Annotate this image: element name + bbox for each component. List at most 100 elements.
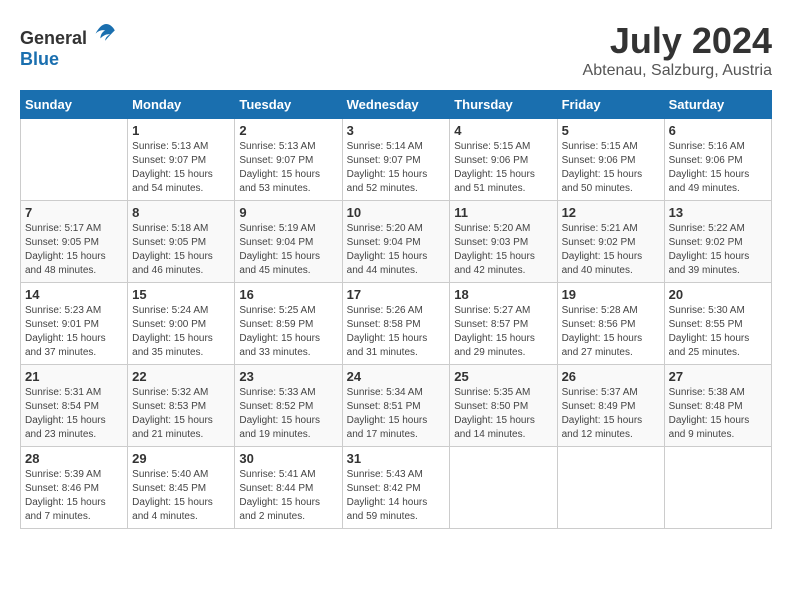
day-info: Sunrise: 5:23 AM Sunset: 9:01 PM Dayligh… — [25, 304, 123, 360]
calendar-header-row: SundayMondayTuesdayWednesdayThursdayFrid… — [21, 91, 772, 119]
day-number: 27 — [669, 369, 767, 384]
col-header-wednesday: Wednesday — [342, 91, 450, 119]
calendar-cell: 5 Sunrise: 5:15 AM Sunset: 9:06 PM Daylig… — [557, 119, 664, 201]
day-info: Sunrise: 5:26 AM Sunset: 8:58 PM Dayligh… — [347, 304, 446, 360]
day-number: 8 — [132, 205, 230, 220]
calendar-cell: 8 Sunrise: 5:18 AM Sunset: 9:05 PM Daylig… — [128, 201, 235, 283]
day-info: Sunrise: 5:15 AM Sunset: 9:06 PM Dayligh… — [454, 140, 552, 196]
day-number: 31 — [347, 451, 446, 466]
day-number: 17 — [347, 287, 446, 302]
calendar-cell: 16 Sunrise: 5:25 AM Sunset: 8:59 PM Dayli… — [235, 283, 342, 365]
title-block: July 2024 Abtenau, Salzburg, Austria — [583, 20, 772, 80]
day-info: Sunrise: 5:30 AM Sunset: 8:55 PM Dayligh… — [669, 304, 767, 360]
calendar-cell: 26Sunrise: 5:37 AM Sunset: 8:49 PM Dayli… — [557, 365, 664, 447]
day-number: 28 — [25, 451, 123, 466]
week-row-3: 14 Sunrise: 5:23 AM Sunset: 9:01 PM Dayli… — [21, 283, 772, 365]
day-info: Sunrise: 5:13 AM Sunset: 9:07 PM Dayligh… — [132, 140, 230, 196]
day-number: 25 — [454, 369, 552, 384]
day-info: Sunrise: 5:14 AM Sunset: 9:07 PM Dayligh… — [347, 140, 446, 196]
calendar-table: SundayMondayTuesdayWednesdayThursdayFrid… — [20, 90, 772, 529]
day-number: 6 — [669, 123, 767, 138]
day-number: 19 — [562, 287, 660, 302]
calendar-cell: 20 Sunrise: 5:30 AM Sunset: 8:55 PM Dayli… — [664, 283, 771, 365]
day-number: 10 — [347, 205, 446, 220]
day-info: Sunrise: 5:27 AM Sunset: 8:57 PM Dayligh… — [454, 304, 552, 360]
day-number: 18 — [454, 287, 552, 302]
calendar-cell — [557, 447, 664, 529]
day-number: 20 — [669, 287, 767, 302]
week-row-1: 1 Sunrise: 5:13 AM Sunset: 9:07 PM Daylig… — [21, 119, 772, 201]
day-number: 21 — [25, 369, 123, 384]
logo-general: General — [20, 28, 87, 48]
day-number: 1 — [132, 123, 230, 138]
day-number: 24 — [347, 369, 446, 384]
day-number: 16 — [239, 287, 337, 302]
col-header-sunday: Sunday — [21, 91, 128, 119]
day-info: Sunrise: 5:33 AM Sunset: 8:52 PM Dayligh… — [239, 386, 337, 442]
calendar-cell: 4Sunrise: 5:15 AM Sunset: 9:06 PM Daylig… — [450, 119, 557, 201]
day-info: Sunrise: 5:22 AM Sunset: 9:02 PM Dayligh… — [669, 222, 767, 278]
logo-blue: Blue — [20, 49, 59, 69]
col-header-thursday: Thursday — [450, 91, 557, 119]
day-number: 26 — [562, 369, 660, 384]
page-header: General Blue July 2024 Abtenau, Salzburg… — [20, 20, 772, 80]
calendar-cell: 19Sunrise: 5:28 AM Sunset: 8:56 PM Dayli… — [557, 283, 664, 365]
day-info: Sunrise: 5:21 AM Sunset: 9:02 PM Dayligh… — [562, 222, 660, 278]
calendar-cell — [450, 447, 557, 529]
col-header-tuesday: Tuesday — [235, 91, 342, 119]
day-info: Sunrise: 5:43 AM Sunset: 8:42 PM Dayligh… — [347, 468, 446, 524]
calendar-cell: 2 Sunrise: 5:13 AM Sunset: 9:07 PM Daylig… — [235, 119, 342, 201]
day-number: 13 — [669, 205, 767, 220]
day-number: 14 — [25, 287, 123, 302]
col-header-monday: Monday — [128, 91, 235, 119]
calendar-cell: 18 Sunrise: 5:27 AM Sunset: 8:57 PM Dayli… — [450, 283, 557, 365]
day-info: Sunrise: 5:13 AM Sunset: 9:07 PM Dayligh… — [239, 140, 337, 196]
day-number: 30 — [239, 451, 337, 466]
day-info: Sunrise: 5:34 AM Sunset: 8:51 PM Dayligh… — [347, 386, 446, 442]
day-number: 11 — [454, 205, 552, 220]
day-info: Sunrise: 5:38 AM Sunset: 8:48 PM Dayligh… — [669, 386, 767, 442]
calendar-cell: 3Sunrise: 5:14 AM Sunset: 9:07 PM Daylig… — [342, 119, 450, 201]
day-number: 23 — [239, 369, 337, 384]
day-number: 22 — [132, 369, 230, 384]
calendar-cell: 10 Sunrise: 5:20 AM Sunset: 9:04 PM Dayli… — [342, 201, 450, 283]
day-info: Sunrise: 5:40 AM Sunset: 8:45 PM Dayligh… — [132, 468, 230, 524]
day-number: 7 — [25, 205, 123, 220]
day-info: Sunrise: 5:18 AM Sunset: 9:05 PM Dayligh… — [132, 222, 230, 278]
calendar-cell: 17 Sunrise: 5:26 AM Sunset: 8:58 PM Dayli… — [342, 283, 450, 365]
day-info: Sunrise: 5:20 AM Sunset: 9:03 PM Dayligh… — [454, 222, 552, 278]
calendar-cell: 27 Sunrise: 5:38 AM Sunset: 8:48 PM Dayli… — [664, 365, 771, 447]
calendar-cell: 22 Sunrise: 5:32 AM Sunset: 8:53 PM Dayli… — [128, 365, 235, 447]
col-header-saturday: Saturday — [664, 91, 771, 119]
day-info: Sunrise: 5:19 AM Sunset: 9:04 PM Dayligh… — [239, 222, 337, 278]
day-info: Sunrise: 5:25 AM Sunset: 8:59 PM Dayligh… — [239, 304, 337, 360]
week-row-2: 7 Sunrise: 5:17 AM Sunset: 9:05 PM Daylig… — [21, 201, 772, 283]
day-number: 15 — [132, 287, 230, 302]
day-info: Sunrise: 5:35 AM Sunset: 8:50 PM Dayligh… — [454, 386, 552, 442]
calendar-cell: 29 Sunrise: 5:40 AM Sunset: 8:45 PM Dayli… — [128, 447, 235, 529]
day-info: Sunrise: 5:17 AM Sunset: 9:05 PM Dayligh… — [25, 222, 123, 278]
logo-bird-icon — [94, 20, 118, 44]
calendar-cell: 12 Sunrise: 5:21 AM Sunset: 9:02 PM Dayli… — [557, 201, 664, 283]
day-info: Sunrise: 5:32 AM Sunset: 8:53 PM Dayligh… — [132, 386, 230, 442]
calendar-cell: 30 Sunrise: 5:41 AM Sunset: 8:44 PM Dayli… — [235, 447, 342, 529]
calendar-cell: 31 Sunrise: 5:43 AM Sunset: 8:42 PM Dayli… — [342, 447, 450, 529]
day-number: 29 — [132, 451, 230, 466]
day-info: Sunrise: 5:41 AM Sunset: 8:44 PM Dayligh… — [239, 468, 337, 524]
day-number: 9 — [239, 205, 337, 220]
calendar-cell — [664, 447, 771, 529]
day-info: Sunrise: 5:24 AM Sunset: 9:00 PM Dayligh… — [132, 304, 230, 360]
calendar-cell: 15 Sunrise: 5:24 AM Sunset: 9:00 PM Dayli… — [128, 283, 235, 365]
logo-text: General Blue — [20, 20, 118, 70]
calendar-cell: 24 Sunrise: 5:34 AM Sunset: 8:51 PM Dayli… — [342, 365, 450, 447]
day-info: Sunrise: 5:31 AM Sunset: 8:54 PM Dayligh… — [25, 386, 123, 442]
week-row-5: 28Sunrise: 5:39 AM Sunset: 8:46 PM Dayli… — [21, 447, 772, 529]
month-year-title: July 2024 — [583, 20, 772, 62]
day-info: Sunrise: 5:15 AM Sunset: 9:06 PM Dayligh… — [562, 140, 660, 196]
day-number: 5 — [562, 123, 660, 138]
day-number: 12 — [562, 205, 660, 220]
calendar-cell: 28Sunrise: 5:39 AM Sunset: 8:46 PM Dayli… — [21, 447, 128, 529]
day-info: Sunrise: 5:20 AM Sunset: 9:04 PM Dayligh… — [347, 222, 446, 278]
day-number: 2 — [239, 123, 337, 138]
calendar-cell: 1 Sunrise: 5:13 AM Sunset: 9:07 PM Daylig… — [128, 119, 235, 201]
